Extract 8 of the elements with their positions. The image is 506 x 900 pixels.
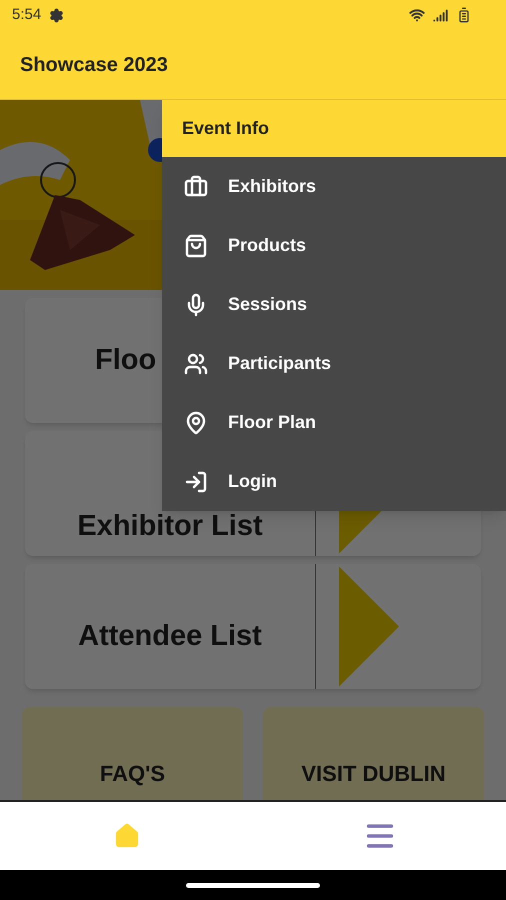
app-title: Showcase 2023	[20, 52, 168, 78]
tile-title: FAQ'S	[100, 760, 166, 788]
status-time: 5:54	[12, 4, 42, 25]
menu-header: Event Info	[182, 117, 270, 140]
tile-title: VISIT DUBLIN	[301, 760, 446, 788]
card-title: Floo	[95, 342, 156, 378]
card-title: Attendee List	[78, 618, 262, 654]
card-title: Exhibitor List	[77, 508, 263, 544]
